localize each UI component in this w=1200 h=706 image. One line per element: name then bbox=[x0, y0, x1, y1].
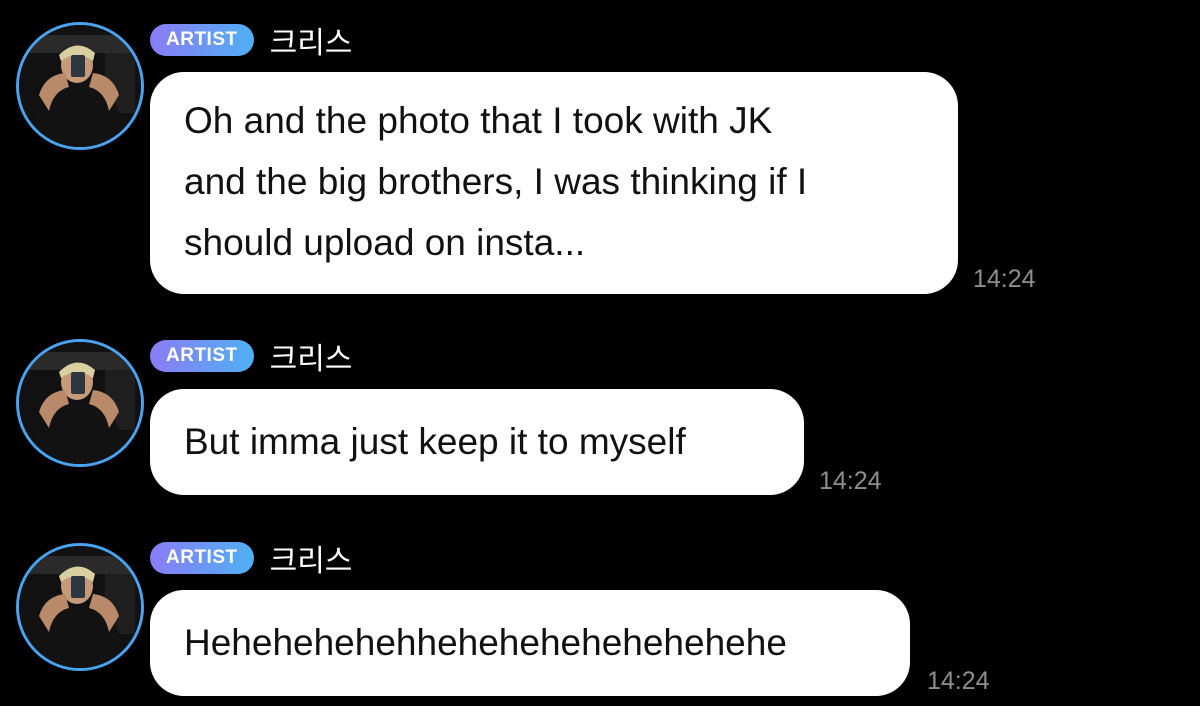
timestamp: 14:24 bbox=[927, 667, 990, 695]
sender-name[interactable]: 크리스 bbox=[270, 536, 353, 580]
message-bubble[interactable]: Hehehehehehhehehehehehehehehe bbox=[150, 590, 910, 696]
artist-badge: ARTIST bbox=[150, 542, 254, 574]
avatar[interactable] bbox=[16, 543, 144, 671]
avatar-photo-icon bbox=[19, 546, 141, 668]
message-line: Hehehehehehhehehehehehehehehe bbox=[184, 622, 787, 663]
chat-message: ARTIST 크리스 Hehehehehehhehehehehehehehehe… bbox=[0, 0, 1200, 706]
